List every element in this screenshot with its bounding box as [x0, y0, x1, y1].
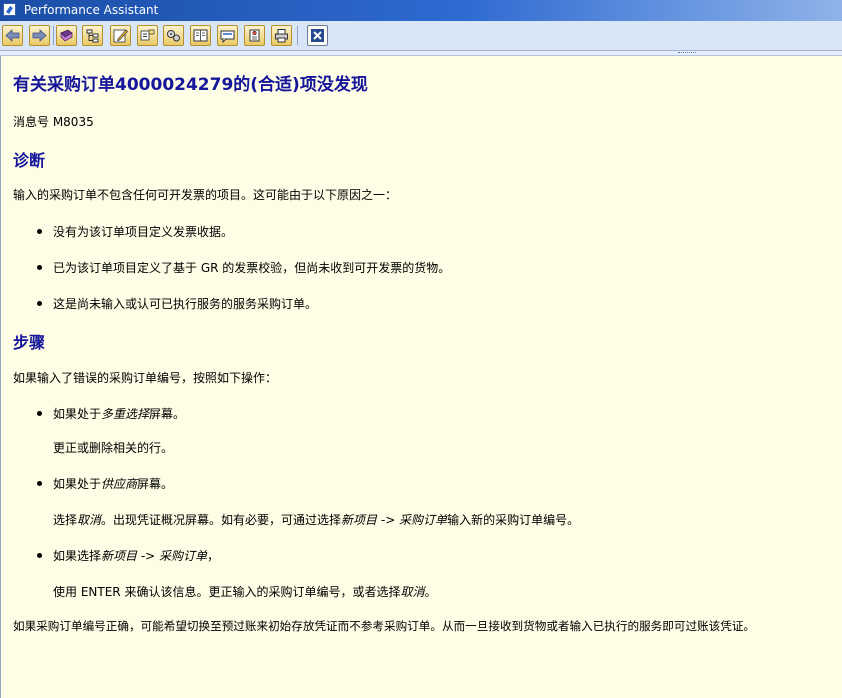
toolbar-separator: [297, 26, 298, 45]
book-icon: [60, 29, 73, 42]
gears-icon: [167, 30, 180, 42]
title-bar: Performance Assistant: [0, 0, 842, 21]
comment-button[interactable]: [217, 25, 238, 46]
help-content: 有关采购订单4000024279的(合适)项没发现 消息号 M8035 诊断 输…: [0, 56, 842, 698]
close-button[interactable]: [307, 25, 328, 46]
settings-button[interactable]: [163, 25, 184, 46]
printer-icon: [275, 29, 288, 43]
diagnosis-heading: 诊断: [13, 151, 46, 170]
list-item: 没有为该订单项目定义发票收据。: [37, 223, 233, 240]
arrow-left-icon: [5, 29, 20, 42]
step-detail: 选择取消。出现凭证概况屏幕。如有必要，可通过选择新项目 -> 采购订单输入新的采…: [53, 513, 580, 527]
display-button[interactable]: [190, 25, 211, 46]
step-detail: 使用 ENTER 来确认该信息。更正输入的采购订单编号，或者选择取消。: [53, 585, 437, 599]
list-item: 如果处于多重选择屏幕。: [37, 405, 185, 422]
book-open-icon: [193, 29, 208, 42]
print-button[interactable]: [271, 25, 292, 46]
list-item: 如果处于供应商屏幕。: [37, 475, 173, 492]
window-title: Performance Assistant: [23, 3, 159, 17]
list-item: 这是尚未输入或认可已执行服务的服务采购订单。: [37, 295, 317, 312]
step-detail: 更正或删除相关的行。: [53, 441, 174, 455]
attach-button[interactable]: [244, 25, 265, 46]
mark-button[interactable]: [137, 25, 158, 46]
doc-pin-icon: [249, 29, 260, 42]
pencil-icon: [113, 29, 128, 43]
technical-info-button[interactable]: [56, 25, 77, 46]
list-item: 如果选择新项目 -> 采购订单，: [37, 547, 219, 564]
highlight-icon: [140, 29, 155, 41]
page-title: 有关采购订单4000024279的(合适)项没发现: [13, 75, 368, 95]
structure-button[interactable]: [82, 25, 103, 46]
arrow-right-icon: [32, 29, 47, 42]
tree-icon: [86, 29, 99, 43]
edit-button[interactable]: [110, 25, 131, 46]
back-button[interactable]: [2, 25, 23, 46]
note-icon: [220, 30, 235, 43]
diagnosis-text: 输入的采购订单不包含任何可开发票的项目。这可能由于以下原因之一：: [13, 188, 398, 202]
window-icon: [3, 3, 16, 16]
toolbar-separator: [53, 26, 54, 45]
forward-button[interactable]: [29, 25, 50, 46]
close-icon: [311, 29, 324, 42]
toolbar: [0, 21, 842, 51]
steps-intro: 如果输入了错误的采购订单编号，按照如下操作：: [13, 371, 278, 385]
steps-heading: 步骤: [13, 333, 46, 352]
list-item: 已为该订单项目定义了基于 GR 的发票校验，但尚未收到可开发票的货物。: [37, 259, 450, 276]
message-number: 消息号 M8035: [13, 115, 94, 129]
closing-text: 如果采购订单编号正确，可能希望切换至预过账来初始存放凭证而不参考采购订单。从而一…: [13, 619, 756, 633]
